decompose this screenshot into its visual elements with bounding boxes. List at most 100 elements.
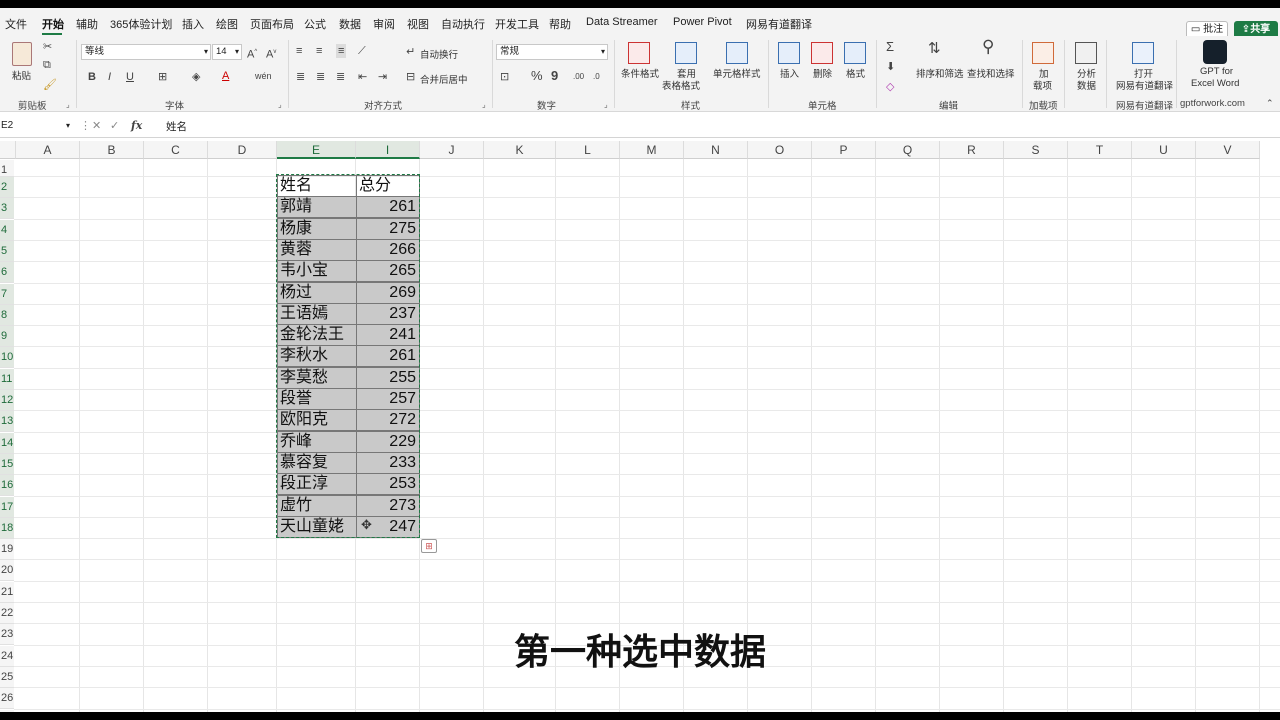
autosum-icon[interactable]: Σ: [886, 40, 894, 54]
tab-file[interactable]: 文件: [5, 16, 27, 32]
tab-youdao[interactable]: 网易有道翻译: [746, 16, 812, 32]
align-right-icon[interactable]: ≣: [336, 70, 345, 84]
conditional-format-button[interactable]: 条件格式: [621, 66, 659, 80]
column-header-u[interactable]: U: [1132, 141, 1196, 159]
youdao-open-label-2[interactable]: 网易有道翻译: [1116, 78, 1173, 92]
column-header-a[interactable]: A: [16, 141, 80, 159]
copy-icon[interactable]: ⧉: [43, 58, 51, 72]
name-box[interactable]: E2 ▾: [0, 118, 74, 134]
row-header-11[interactable]: 11: [0, 369, 14, 390]
cut-icon[interactable]: ✂: [43, 40, 52, 54]
analyze-data-label-2[interactable]: 数据: [1077, 78, 1096, 92]
row-header-4[interactable]: 4: [0, 220, 14, 241]
increase-decimal-icon[interactable]: .00: [573, 70, 584, 84]
decrease-decimal-icon[interactable]: .0: [593, 70, 600, 84]
column-header-l[interactable]: L: [556, 141, 620, 159]
tab-developer[interactable]: 开发工具: [495, 16, 539, 32]
number-format-dropdown[interactable]: 常规 ▾: [496, 44, 608, 60]
font-name-dropdown[interactable]: 等线 ▾: [81, 44, 211, 60]
tab-formulas[interactable]: 公式: [304, 16, 326, 32]
column-header-k[interactable]: K: [484, 141, 556, 159]
formula-input[interactable]: 姓名: [166, 119, 187, 134]
cancel-icon[interactable]: ✕: [92, 119, 101, 132]
column-header-c[interactable]: C: [144, 141, 208, 159]
increase-font-icon[interactable]: A^: [247, 45, 257, 62]
fill-icon[interactable]: ⬇: [886, 60, 895, 74]
column-header-t[interactable]: T: [1068, 141, 1132, 159]
row-header-19[interactable]: 19: [0, 539, 14, 560]
format-as-table-label-2[interactable]: 表格格式: [662, 78, 700, 92]
more-options-icon[interactable]: ⋮: [80, 119, 91, 132]
gpt-label-2[interactable]: Excel Word: [1191, 78, 1239, 89]
align-center-icon[interactable]: ≣: [316, 70, 325, 84]
tab-help[interactable]: 帮助: [549, 16, 571, 32]
row-header-8[interactable]: 8: [0, 305, 14, 326]
row-header-22[interactable]: 22: [0, 603, 14, 624]
insert-cells-button[interactable]: 插入: [780, 66, 799, 80]
cell-styles-button[interactable]: 单元格样式: [713, 66, 761, 80]
column-header-o[interactable]: O: [748, 141, 812, 159]
border-icon[interactable]: ⊞: [158, 70, 167, 84]
orientation-icon[interactable]: ⟋: [358, 44, 366, 58]
row-header-13[interactable]: 13: [0, 411, 14, 432]
paste-icon[interactable]: [12, 42, 32, 66]
tab-365[interactable]: 365体验计划: [110, 16, 172, 32]
increase-indent-icon[interactable]: ⇥: [378, 70, 387, 84]
tab-draw[interactable]: 绘图: [216, 16, 238, 32]
clipboard-launcher-icon[interactable]: ⌟: [66, 100, 70, 109]
paste-button[interactable]: 粘贴: [12, 68, 31, 82]
wrap-text-button[interactable]: 自动换行: [420, 47, 458, 61]
row-header-18[interactable]: 18: [0, 518, 14, 539]
tab-page-layout[interactable]: 页面布局: [250, 16, 294, 32]
font-launcher-icon[interactable]: ⌟: [278, 100, 282, 109]
decrease-font-icon[interactable]: Av: [266, 45, 276, 62]
align-left-icon[interactable]: ≣: [296, 70, 305, 84]
row-header-1[interactable]: 1: [0, 160, 14, 177]
comma-icon[interactable]: 9: [551, 69, 558, 83]
tab-data[interactable]: 数据: [339, 16, 361, 32]
decrease-indent-icon[interactable]: ⇤: [358, 70, 367, 84]
sort-filter-button[interactable]: 排序和筛选: [916, 66, 964, 80]
format-painter-icon[interactable]: 🖌: [43, 78, 57, 92]
tab-data-streamer[interactable]: Data Streamer: [586, 16, 658, 28]
column-header-n[interactable]: N: [684, 141, 748, 159]
tab-automate[interactable]: 自动执行: [441, 16, 485, 32]
column-header-m[interactable]: M: [620, 141, 684, 159]
row-header-10[interactable]: 10: [0, 347, 14, 368]
column-header-b[interactable]: B: [80, 141, 144, 159]
tab-view[interactable]: 视图: [407, 16, 429, 32]
select-all-corner[interactable]: [0, 141, 16, 159]
tab-insert[interactable]: 插入: [182, 16, 204, 32]
format-cells-button[interactable]: 格式: [846, 66, 865, 80]
row-header-16[interactable]: 16: [0, 475, 14, 496]
column-header-s[interactable]: S: [1004, 141, 1068, 159]
row-header-14[interactable]: 14: [0, 433, 14, 454]
alignment-launcher-icon[interactable]: ⌟: [482, 100, 486, 109]
align-top-icon[interactable]: ≡: [296, 44, 302, 58]
find-select-button[interactable]: 查找和选择: [967, 66, 1015, 80]
column-header-r[interactable]: R: [940, 141, 1004, 159]
column-header-v[interactable]: V: [1196, 141, 1260, 159]
quick-analysis-icon[interactable]: ⊞: [421, 539, 437, 553]
row-header-5[interactable]: 5: [0, 241, 14, 262]
gpt-label-1[interactable]: GPT for: [1200, 66, 1233, 77]
delete-cells-button[interactable]: 删除: [813, 66, 832, 80]
column-header-j[interactable]: J: [420, 141, 484, 159]
bold-icon[interactable]: B: [88, 70, 96, 84]
clear-icon[interactable]: ◇: [886, 80, 894, 94]
row-header-3[interactable]: 3: [0, 198, 14, 219]
column-header-p[interactable]: P: [812, 141, 876, 159]
align-middle-icon[interactable]: ≡: [316, 44, 322, 58]
row-header-6[interactable]: 6: [0, 262, 14, 283]
underline-icon[interactable]: U: [126, 70, 134, 84]
font-size-dropdown[interactable]: 14 ▾: [212, 44, 242, 60]
currency-icon[interactable]: ⊡: [500, 70, 509, 84]
collapse-ribbon-icon[interactable]: ⌃: [1266, 96, 1274, 110]
font-color-icon[interactable]: A: [222, 69, 229, 83]
tab-review[interactable]: 审阅: [373, 16, 395, 32]
row-header-2[interactable]: 2: [0, 177, 14, 198]
row-header-9[interactable]: 9: [0, 326, 14, 347]
merge-center-button[interactable]: 合并后居中: [420, 72, 468, 86]
row-header-15[interactable]: 15: [0, 454, 14, 475]
tab-assist[interactable]: 辅助: [76, 16, 98, 32]
